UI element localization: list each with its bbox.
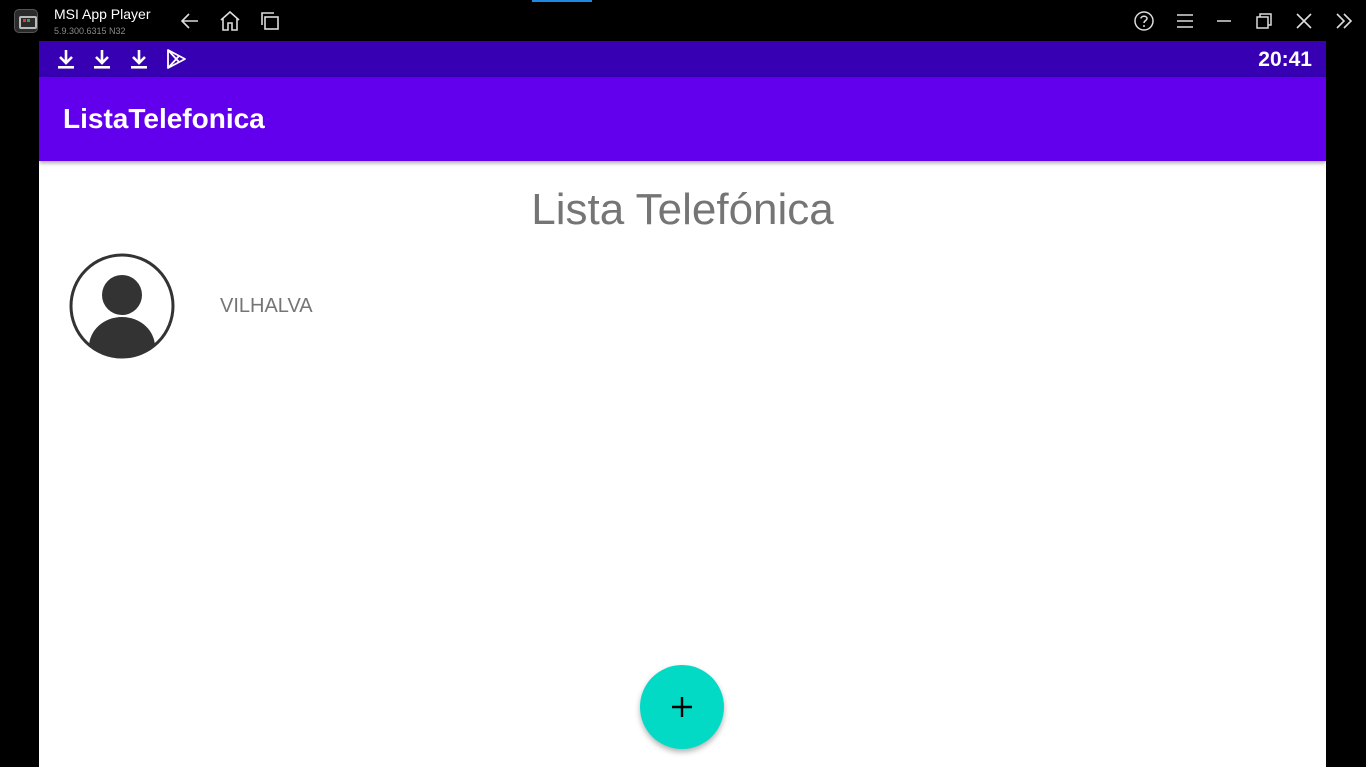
download-icon [94, 50, 110, 69]
help-button[interactable] [1131, 8, 1157, 34]
status-clock: 20:41 [1258, 48, 1312, 71]
minimize-icon [1217, 20, 1231, 22]
plus-icon [672, 697, 692, 717]
expand-sidebar-icon [1336, 13, 1353, 29]
emulator-title-bar: MSI App Player 5.9.300.6315 N32 [0, 0, 1366, 41]
close-button[interactable] [1291, 8, 1317, 34]
status-bar: 20:41 [39, 41, 1326, 77]
app-version: 5.9.300.6315 N32 [54, 26, 126, 36]
recent-apps-button[interactable] [257, 8, 283, 34]
download-notification [90, 47, 114, 71]
contact-list-item[interactable]: VILHALVA [39, 251, 1326, 361]
app-name: MSI App Player [54, 6, 151, 22]
page-heading: Lista Telefónica [531, 185, 834, 234]
title-accent-line [532, 0, 592, 2]
recent-apps-icon [261, 12, 279, 30]
help-icon [1134, 11, 1154, 31]
back-icon [180, 13, 198, 29]
main-content: Lista Telefónica VILHALVA [39, 161, 1326, 767]
download-icon [58, 50, 74, 69]
expand-sidebar-button[interactable] [1331, 8, 1357, 34]
download-icon [131, 50, 147, 69]
menu-button[interactable] [1172, 8, 1198, 34]
menu-icon [1177, 14, 1193, 28]
download-notification [54, 47, 78, 71]
account-circle-icon [69, 253, 175, 359]
minimize-button[interactable] [1211, 8, 1237, 34]
restore-icon [1256, 13, 1272, 29]
home-icon [220, 10, 240, 31]
app-bar: ListaTelefonica [39, 77, 1326, 161]
app-bar-title: ListaTelefonica [63, 103, 265, 134]
home-button[interactable] [217, 8, 243, 34]
contact-name: VILHALVA [220, 295, 313, 317]
contact-avatar [69, 253, 175, 359]
msi-app-player-logo-icon [14, 9, 38, 33]
back-button[interactable] [177, 8, 203, 34]
play-store-notification [164, 47, 188, 71]
play-store-icon [167, 49, 186, 69]
restore-button[interactable] [1251, 8, 1277, 34]
close-icon [1296, 13, 1312, 29]
add-contact-fab[interactable] [640, 665, 724, 749]
android-screen: 20:41 ListaTelefonica Lista Telefónica V… [39, 41, 1326, 767]
download-notification [127, 47, 151, 71]
